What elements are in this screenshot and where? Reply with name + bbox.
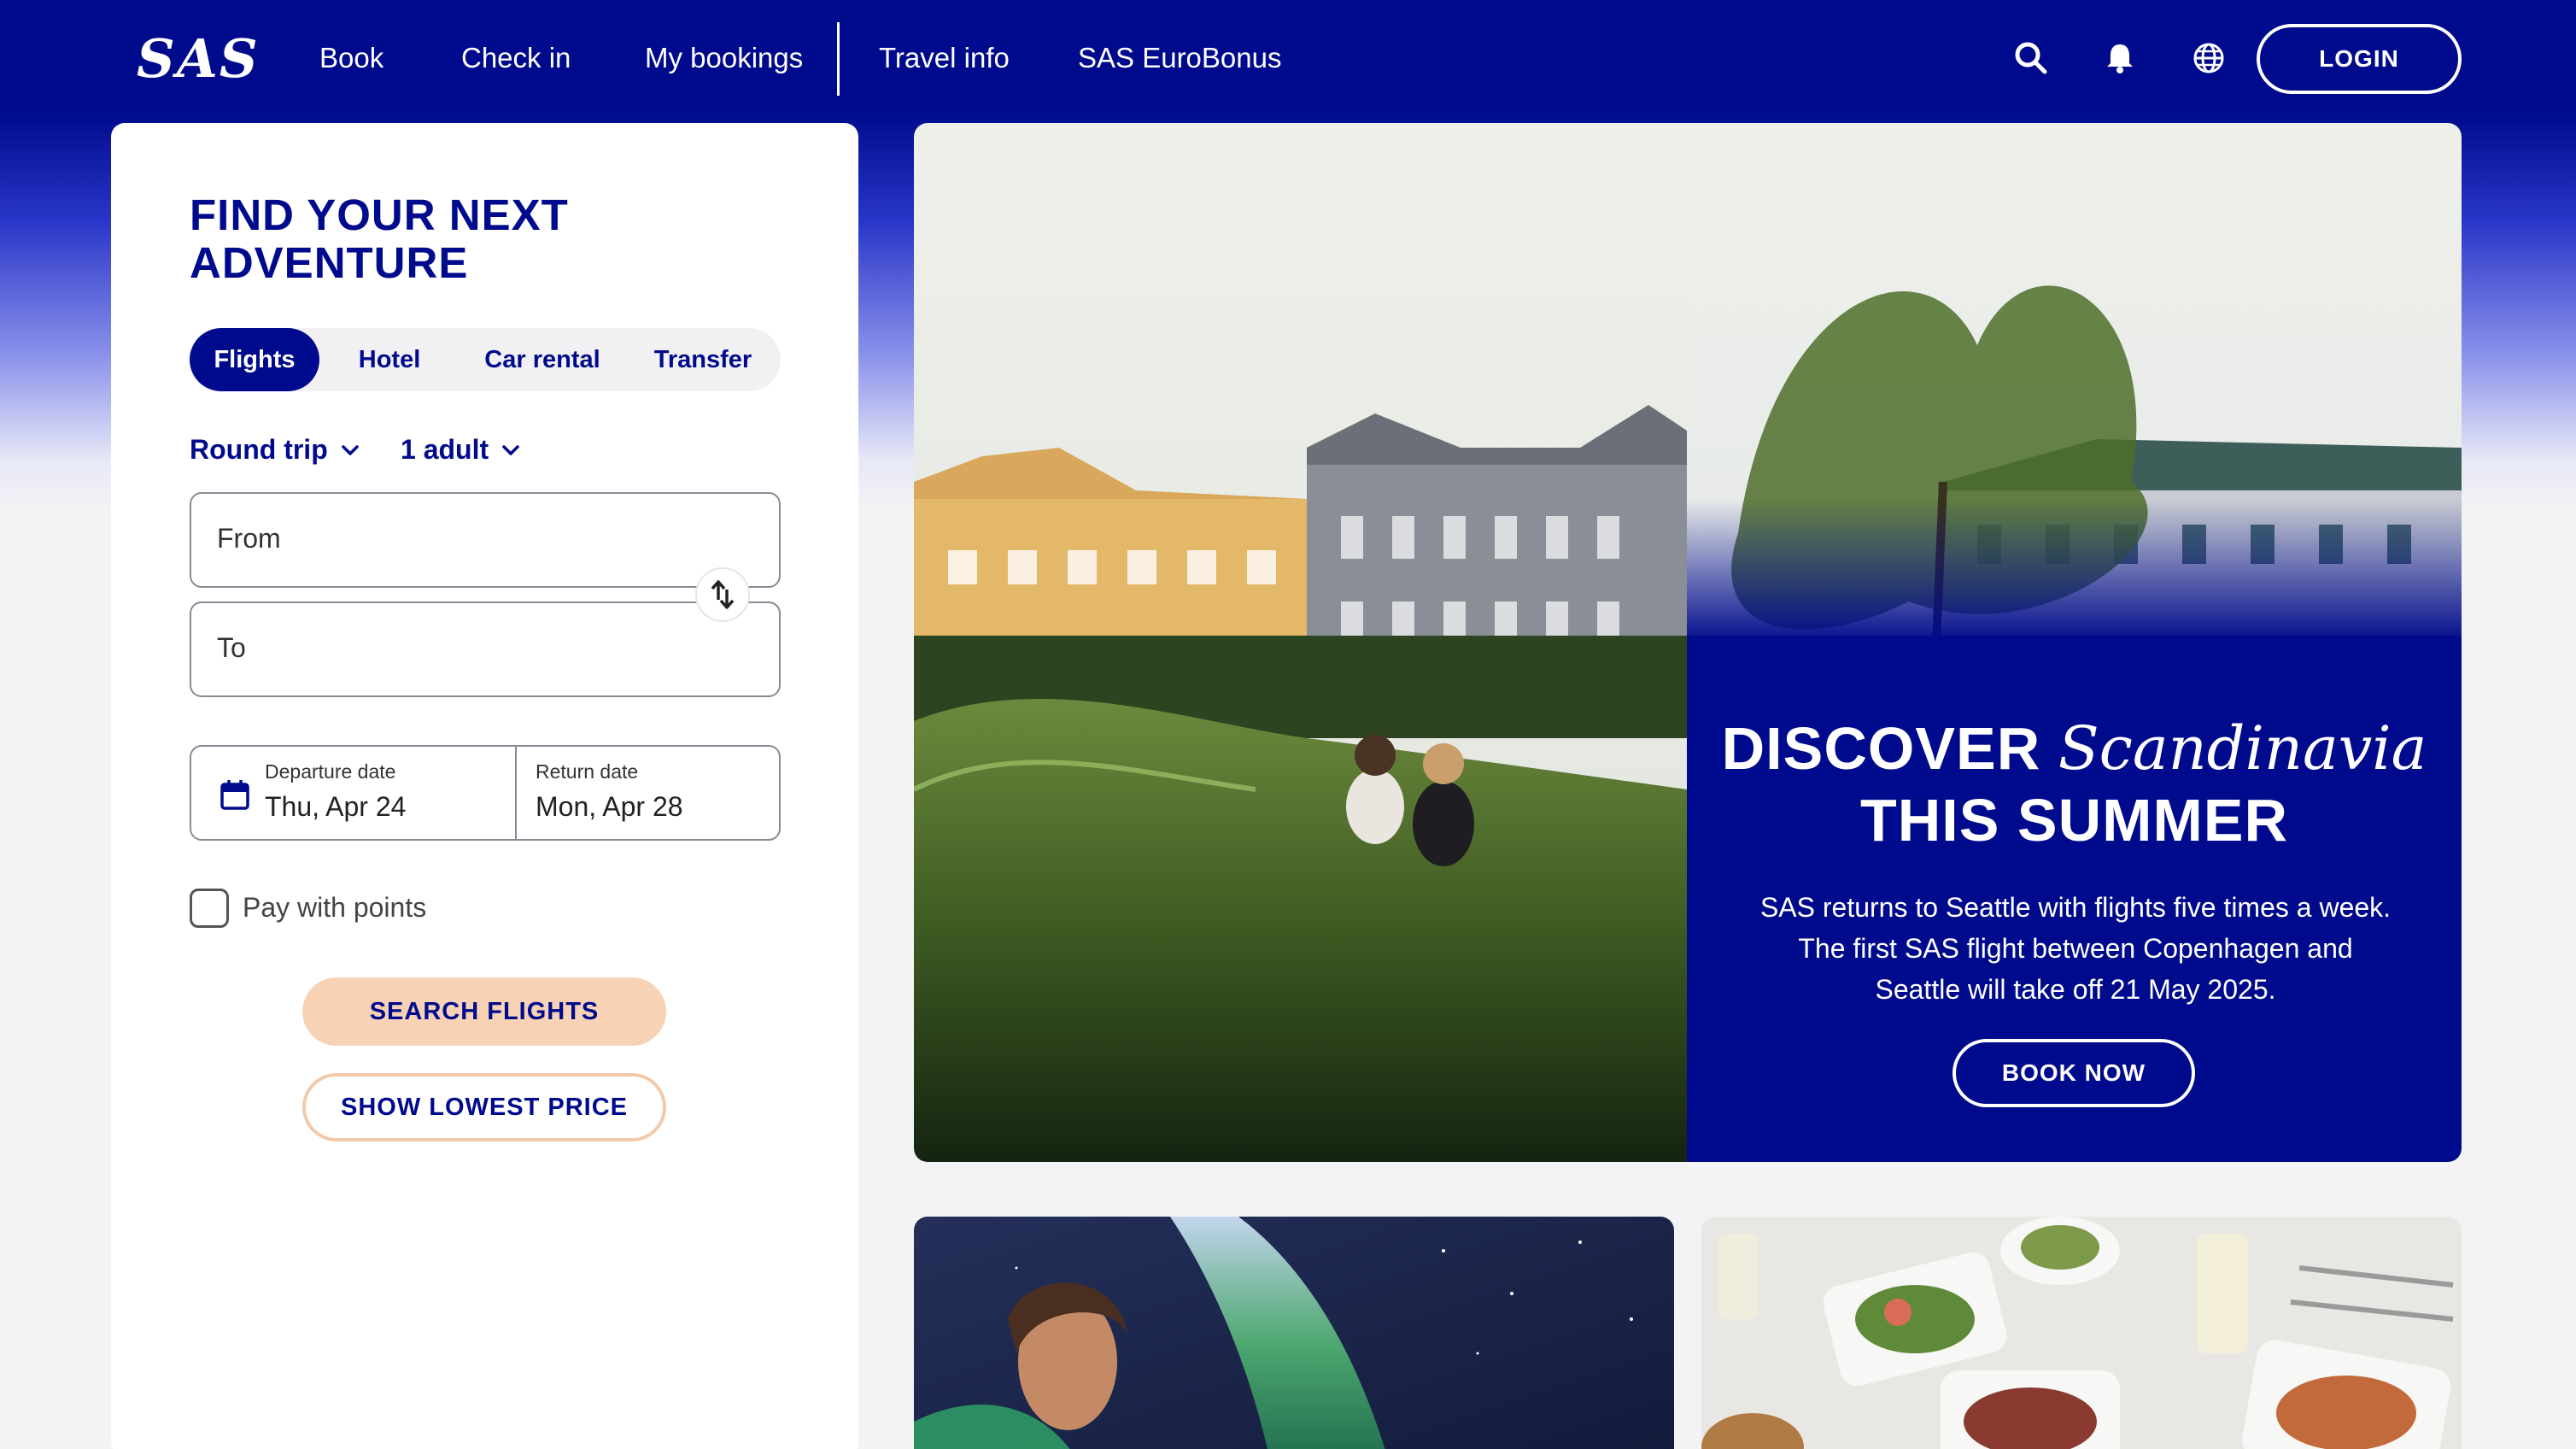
login-button[interactable]: LOGIN bbox=[2257, 24, 2462, 94]
chevron-down-icon bbox=[341, 444, 359, 455]
onboard-meals-tile[interactable] bbox=[1701, 1217, 2462, 1449]
hero-title-suffix: THIS SUMMER bbox=[1860, 787, 2288, 854]
tab-car-rental[interactable]: Car rental bbox=[460, 328, 625, 391]
onboard-meals-photo bbox=[1701, 1217, 2462, 1449]
from-input[interactable] bbox=[217, 523, 729, 554]
book-now-button[interactable]: BOOK NOW bbox=[1952, 1039, 2195, 1107]
nav-link-eurobonus[interactable]: SAS EuroBonus bbox=[1078, 39, 1281, 77]
calendar-icon bbox=[220, 780, 249, 810]
hero-title-prefix: DISCOVER bbox=[1721, 715, 2041, 782]
aurora-photo bbox=[914, 1217, 1674, 1449]
tab-flights[interactable]: Flights bbox=[190, 328, 319, 391]
hero-photo-park bbox=[914, 123, 1687, 1162]
departure-date-label: Departure date bbox=[265, 760, 396, 783]
return-date-field[interactable]: Return date Mon, Apr 28 bbox=[517, 747, 779, 839]
trip-type-label: Round trip bbox=[190, 434, 328, 465]
aurora-promo-tile[interactable] bbox=[914, 1217, 1674, 1449]
departure-date-field[interactable]: Departure date Thu, Apr 24 bbox=[191, 747, 517, 839]
tab-hotel[interactable]: Hotel bbox=[319, 328, 460, 391]
nav-link-my-bookings[interactable]: My bookings bbox=[645, 39, 803, 77]
swap-locations-button[interactable] bbox=[695, 567, 750, 622]
hero-title-italic: Scandinavia bbox=[2058, 713, 2427, 783]
hero-panel-fade bbox=[1687, 499, 2462, 644]
trip-type-dropdown[interactable]: Round trip bbox=[190, 434, 360, 466]
passengers-dropdown[interactable]: 1 adult bbox=[401, 434, 521, 466]
search-flights-button[interactable]: SEARCH FLIGHTS bbox=[302, 977, 666, 1046]
globe-icon[interactable] bbox=[2188, 38, 2229, 79]
tab-transfer[interactable]: Transfer bbox=[625, 328, 781, 391]
booking-tabs: Flights Hotel Car rental Transfer bbox=[190, 328, 781, 391]
passengers-label: 1 adult bbox=[401, 434, 489, 465]
booking-title: FIND YOUR NEXT ADVENTURE bbox=[190, 191, 569, 287]
from-field[interactable] bbox=[190, 492, 781, 588]
top-navigation: SAS Book Check in My bookings Travel inf… bbox=[0, 0, 2576, 120]
return-date-value: Mon, Apr 28 bbox=[536, 791, 683, 822]
to-input[interactable] bbox=[217, 632, 729, 664]
nav-link-book[interactable]: Book bbox=[319, 39, 383, 77]
swap-arrows-icon bbox=[711, 580, 735, 609]
search-icon[interactable] bbox=[2011, 38, 2052, 79]
return-date-label: Return date bbox=[536, 760, 639, 783]
bell-icon[interactable] bbox=[2099, 38, 2140, 79]
to-field[interactable] bbox=[190, 601, 781, 697]
pay-with-points-checkbox[interactable] bbox=[190, 889, 229, 928]
nav-link-travel-info[interactable]: Travel info bbox=[879, 39, 1010, 77]
booking-card: FIND YOUR NEXT ADVENTURE Flights Hotel C… bbox=[111, 123, 858, 1449]
hero-description: SAS returns to Seattle with flights five… bbox=[1759, 892, 2392, 1005]
nav-link-check-in[interactable]: Check in bbox=[461, 39, 571, 77]
nav-divider bbox=[837, 22, 840, 96]
date-picker[interactable]: Departure date Thu, Apr 24 Return date M… bbox=[190, 745, 781, 841]
show-lowest-price-button[interactable]: SHOW LOWEST PRICE bbox=[302, 1073, 666, 1141]
departure-date-value: Thu, Apr 24 bbox=[265, 791, 407, 822]
pay-with-points-label[interactable]: Pay with points bbox=[243, 892, 426, 924]
sas-logo[interactable]: SAS bbox=[137, 32, 258, 85]
chevron-down-icon bbox=[502, 444, 519, 455]
hero-title: DISCOVER Scandinavia THIS SUMMER bbox=[1687, 713, 2462, 856]
